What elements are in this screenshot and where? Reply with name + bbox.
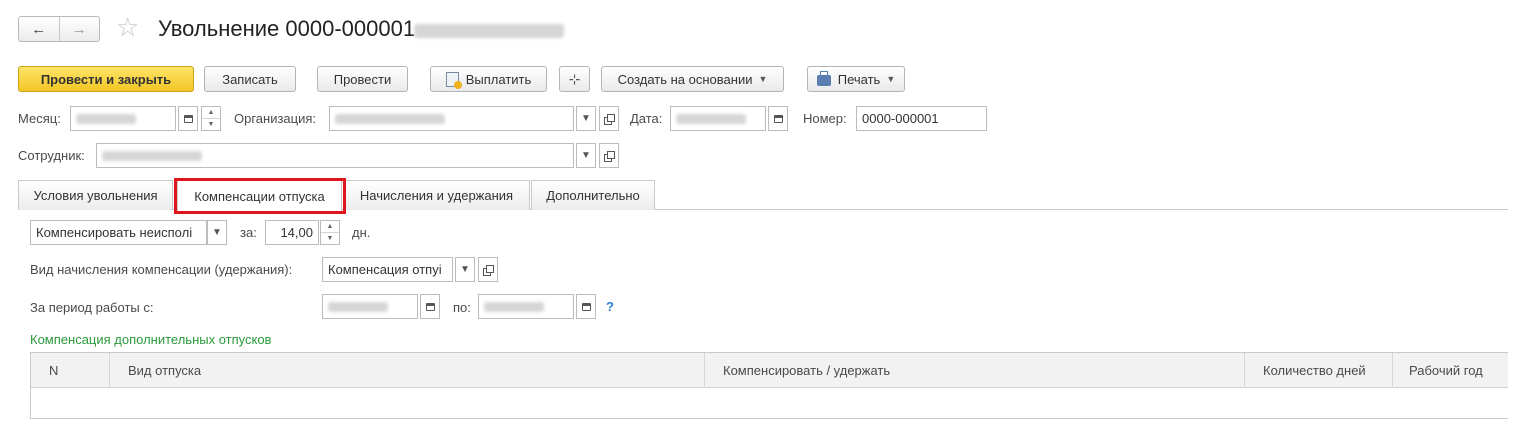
- month-label: Месяц:: [18, 111, 61, 126]
- paperclip-icon: ⊹: [568, 70, 581, 87]
- number-input[interactable]: 0000-000001: [856, 106, 987, 131]
- open-icon: [604, 113, 615, 125]
- spinner-down-icon[interactable]: ▼: [321, 232, 339, 244]
- period-to-input[interactable]: [478, 294, 574, 319]
- month-input[interactable]: [70, 106, 176, 131]
- compensation-type-dropdown-button[interactable]: ▼: [455, 257, 475, 282]
- number-value: 0000-000001: [862, 111, 939, 126]
- compensation-type-open-button[interactable]: [478, 257, 498, 282]
- tab-accruals-deductions[interactable]: Начисления и удержания: [343, 180, 530, 210]
- tab-label: Компенсации отпуска: [194, 188, 325, 204]
- employee-input[interactable]: [96, 143, 574, 168]
- date-input[interactable]: [670, 106, 766, 131]
- tab-additional[interactable]: Дополнительно: [531, 180, 655, 210]
- tab-label: Условия увольнения: [33, 188, 158, 203]
- column-header-vacation-type[interactable]: Вид отпуска: [110, 353, 705, 388]
- save-label: Записать: [222, 71, 278, 87]
- spinner-up-icon[interactable]: ▲: [321, 221, 339, 232]
- days-input[interactable]: 14,00: [265, 220, 319, 245]
- days-unit: дн.: [352, 225, 371, 240]
- compensation-type-select[interactable]: Компенсация отпуі: [322, 257, 453, 282]
- period-to-label: по:: [453, 300, 471, 315]
- days-spinner[interactable]: ▲ ▼: [320, 220, 340, 245]
- help-icon[interactable]: ?: [606, 299, 614, 314]
- pay-label: Выплатить: [465, 71, 532, 87]
- compensation-mode-select[interactable]: Компенсировать неисполі: [30, 220, 207, 245]
- pay-icon: [445, 71, 462, 89]
- tab-dismissal-conditions[interactable]: Условия увольнения: [18, 180, 173, 210]
- month-calendar-button[interactable]: [178, 106, 198, 131]
- post-label: Провести: [333, 71, 392, 87]
- printer-icon: [816, 70, 831, 86]
- arrow-left-icon: ←: [31, 20, 47, 38]
- post-button[interactable]: Провести: [317, 66, 408, 92]
- save-button[interactable]: Записать: [204, 66, 296, 92]
- employee-dropdown-button[interactable]: ▼: [576, 143, 596, 168]
- column-header-compensate[interactable]: Компенсировать / удержать: [705, 353, 1245, 388]
- create-based-on-button[interactable]: Создать на основании ▼: [601, 66, 784, 92]
- calendar-icon: [773, 114, 783, 123]
- period-from-calendar-button[interactable]: [420, 294, 440, 319]
- spinner-down-icon[interactable]: ▼: [202, 118, 220, 130]
- chevron-down-icon: ▼: [460, 264, 470, 275]
- compensation-mode-value: Компенсировать неисполі: [36, 225, 193, 240]
- organization-open-button[interactable]: [599, 106, 619, 131]
- calendar-icon: [425, 302, 435, 311]
- page-title: Увольнение 0000-000001: [158, 16, 416, 41]
- print-label: Печать: [837, 71, 881, 87]
- calendar-icon: [183, 114, 193, 123]
- date-label: Дата:: [630, 111, 663, 126]
- employee-label: Сотрудник:: [18, 148, 85, 163]
- post-and-close-label: Провести и закрыть: [40, 71, 172, 87]
- days-value: 14,00: [280, 225, 313, 240]
- for-label: за:: [240, 225, 257, 240]
- period-to-calendar-button[interactable]: [576, 294, 596, 319]
- additional-vacations-table: N Вид отпуска Компенсировать / удержать …: [30, 352, 1508, 419]
- open-icon: [604, 150, 615, 162]
- open-icon: [483, 264, 494, 276]
- month-spinner[interactable]: ▲ ▼: [201, 106, 221, 131]
- column-header-days-count[interactable]: Количество дней: [1245, 353, 1393, 388]
- arrow-right-icon: →: [71, 20, 87, 38]
- forward-button[interactable]: →: [58, 17, 100, 41]
- organization-label: Организация:: [234, 111, 317, 126]
- number-label: Номер:: [803, 111, 847, 126]
- organization-input[interactable]: [329, 106, 574, 131]
- column-header-work-year[interactable]: Рабочий год: [1393, 353, 1509, 388]
- tab-label: Дополнительно: [546, 188, 640, 203]
- organization-dropdown-button[interactable]: ▼: [576, 106, 596, 131]
- chevron-down-icon: ▼: [581, 113, 591, 124]
- chevron-down-icon: ▼: [758, 74, 768, 84]
- compensation-mode-dropdown-button[interactable]: ▼: [207, 220, 227, 245]
- redacted-title-suffix: [414, 24, 564, 38]
- post-and-close-button[interactable]: Провести и закрыть: [18, 66, 194, 92]
- compensation-type-label: Вид начисления компенсации (удержания):: [30, 262, 293, 277]
- period-from-input[interactable]: [322, 294, 418, 319]
- additional-vacations-section-title: Компенсация дополнительных отпусков: [30, 332, 272, 347]
- period-from-label: За период работы с:: [30, 300, 154, 315]
- column-header-n[interactable]: N: [31, 353, 110, 388]
- pay-button[interactable]: Выплатить: [430, 66, 547, 92]
- create-based-on-label: Создать на основании: [617, 71, 753, 87]
- chevron-down-icon: ▼: [886, 74, 896, 84]
- back-button[interactable]: ←: [19, 17, 59, 41]
- chevron-down-icon: ▼: [212, 227, 222, 238]
- calendar-icon: [581, 302, 591, 311]
- spinner-up-icon[interactable]: ▲: [202, 107, 220, 118]
- print-button[interactable]: Печать ▼: [807, 66, 905, 92]
- chevron-down-icon: ▼: [581, 150, 591, 161]
- table-header: N Вид отпуска Компенсировать / удержать …: [31, 353, 1508, 388]
- employee-open-button[interactable]: [599, 143, 619, 168]
- nav-buttons: ← →: [18, 16, 100, 42]
- date-calendar-button[interactable]: [768, 106, 788, 131]
- attach-button[interactable]: ⊹: [559, 66, 590, 92]
- tab-label: Начисления и удержания: [359, 188, 514, 203]
- compensation-type-value: Компенсация отпуі: [328, 262, 442, 277]
- tab-vacation-compensation[interactable]: Компенсации отпуска: [177, 180, 342, 211]
- star-icon[interactable]: ☆: [116, 12, 139, 42]
